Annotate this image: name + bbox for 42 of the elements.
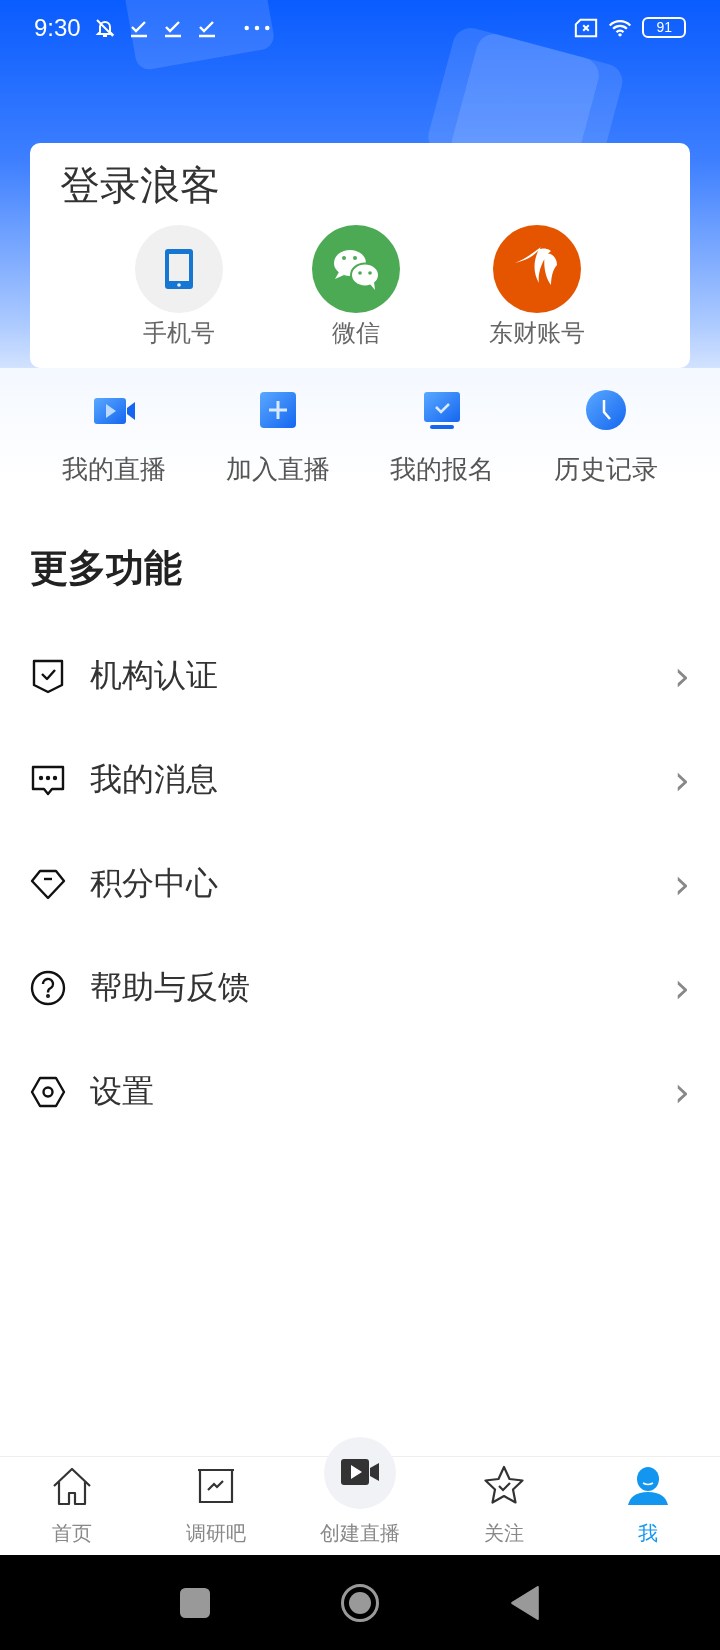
- phone-icon[interactable]: [134, 225, 223, 313]
- menu-item[interactable]: 我的消息 ›: [0, 728, 720, 832]
- menu-item[interactable]: 帮助与反馈 ›: [0, 936, 720, 1040]
- login-method-label: 东财账号: [489, 318, 586, 349]
- login-method-label: 手机号: [142, 318, 215, 349]
- chevron-icon: ›: [674, 653, 690, 699]
- menu-item[interactable]: 积分中心 ›: [0, 832, 720, 936]
- recents-button[interactable]: [180, 1585, 210, 1620]
- menu-item[interactable]: 设置 ›: [0, 1040, 720, 1144]
- help-icon: [30, 970, 66, 1006]
- shortcut-label: 历史记录: [554, 453, 658, 486]
- shield-check-icon: [30, 658, 66, 694]
- menu-item[interactable]: 机构认证 ›: [0, 624, 720, 728]
- section-title: 更多功能: [30, 545, 183, 592]
- feather-logo-icon[interactable]: [493, 225, 582, 313]
- menu-label: 机构认证: [90, 655, 219, 696]
- home-button[interactable]: [340, 1582, 380, 1623]
- clock-icon[interactable]: [584, 388, 628, 432]
- chat-bubbles-icon[interactable]: [312, 225, 400, 313]
- chevron-icon: ›: [674, 861, 690, 907]
- menu-label: 帮助与反馈: [90, 967, 251, 1008]
- chevron-icon: ›: [674, 965, 690, 1011]
- menu-label: 积分中心: [90, 863, 219, 904]
- back-button[interactable]: [510, 1585, 540, 1620]
- tab-bar-item[interactable]: 关注: [432, 1457, 576, 1555]
- settings-icon: [30, 1074, 66, 1110]
- login-method-label: 微信: [332, 318, 380, 349]
- menu-label: 设置: [90, 1071, 155, 1112]
- battery-indicator: 91: [642, 17, 686, 38]
- chevron-icon: ›: [674, 757, 690, 803]
- tab-bar-item[interactable]: 调研吧: [144, 1457, 288, 1555]
- shortcut-label: 加入直播: [226, 453, 330, 486]
- person-icon: [626, 1464, 670, 1508]
- chevron-icon: ›: [674, 1069, 690, 1115]
- shortcut-label: 我的直播: [62, 453, 166, 486]
- menu-label: 我的消息: [90, 759, 219, 800]
- shortcut-label: 我的报名: [390, 453, 494, 486]
- tab-bar-item[interactable]: 首页: [0, 1457, 144, 1555]
- more-icon: [242, 23, 271, 32]
- login-title: 登录浪客: [60, 161, 221, 209]
- tab-bar-item[interactable]: 创建直播: [288, 1437, 432, 1555]
- status-time: 9:30: [34, 13, 81, 42]
